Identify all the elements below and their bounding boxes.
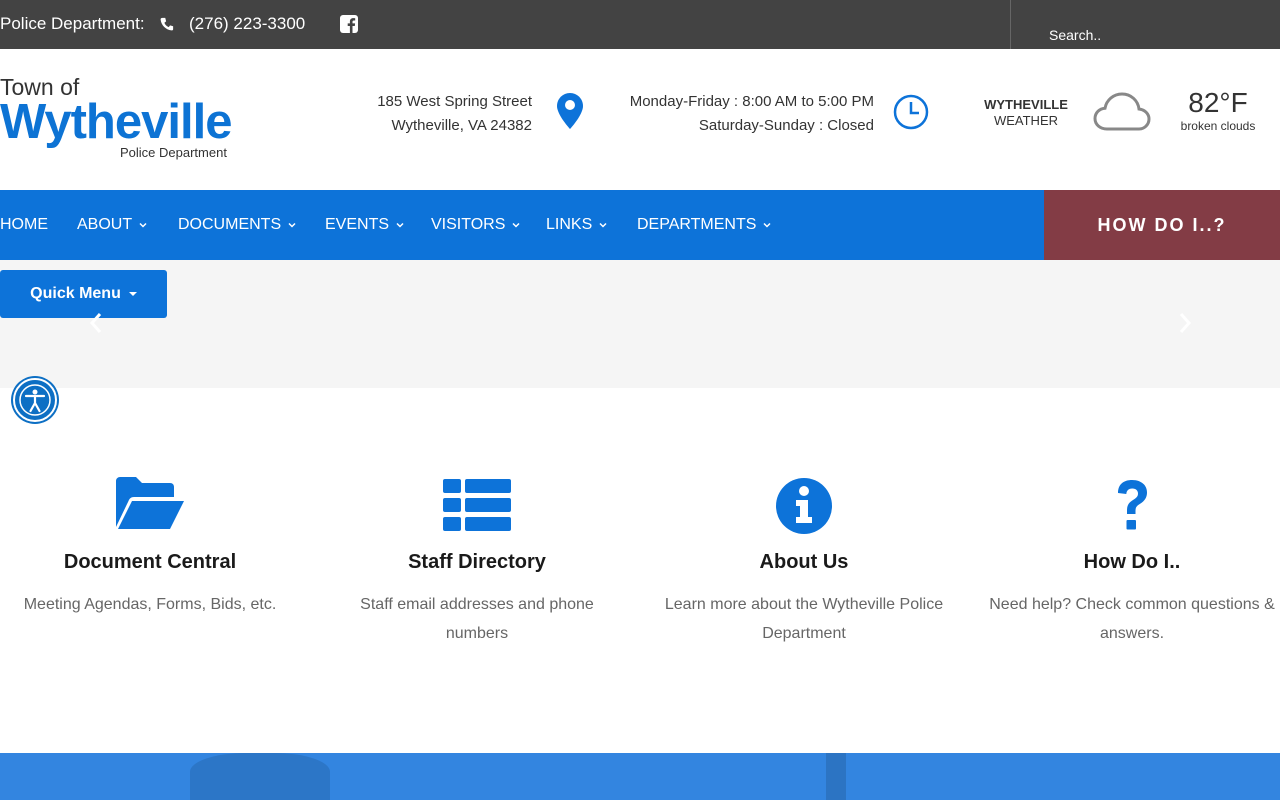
card-title: Document Central [63,551,237,573]
bottom-banner-image [0,753,1280,800]
weather-condition: broken clouds [1180,119,1256,133]
nav-events-label: EVENTS [325,216,390,233]
card-title: How Do I.. [1083,551,1181,573]
chevron-down-icon [599,222,607,228]
slider-prev-arrow-icon[interactable] [89,312,103,334]
info-circle-icon [776,478,832,534]
caret-down-icon [128,291,137,296]
dept-label: Police Department: [0,14,145,33]
card-desc: Meeting Agendas, Forms, Bids, etc. [23,596,277,613]
weather-temp: 82°F [1188,87,1248,118]
chevron-down-icon [512,222,520,228]
question-mark-icon [1118,480,1147,530]
weather-word: WEATHER [993,113,1059,128]
weather-label: WYTHEVILLE WEATHER [983,97,1069,129]
nav-visitors-label: VISITORS [431,216,506,233]
chevron-down-icon [139,222,147,228]
nav-departments[interactable]: DEPARTMENTS [637,190,772,260]
nav-home-label: HOME [0,216,48,233]
card-document-central[interactable]: Document Central Meeting Agendas, Forms,… [0,475,300,619]
how-do-i-button[interactable]: HOW DO I..? [1044,190,1280,260]
accessibility-icon [19,384,51,416]
hours-weekday: Monday-Friday : 8:00 AM to 5:00 PM [629,93,874,110]
address-block: 185 West Spring Street Wytheville, VA 24… [377,90,532,138]
nav-home[interactable]: HOME [0,190,48,260]
slider-next-arrow-icon[interactable] [1178,312,1192,334]
cloud-icon [1093,92,1151,131]
card-title: Staff Directory [408,551,546,573]
nav-departments-label: DEPARTMENTS [637,216,757,233]
phone-icon [160,17,174,31]
hero-slider [0,260,1280,388]
search-input[interactable] [1049,24,1269,46]
accessibility-button[interactable] [13,378,57,422]
nav-about-label: ABOUT [77,216,133,233]
card-how-do-i[interactable]: How Do I.. Need help? Check common quest… [982,475,1280,648]
card-desc: Need help? Check common questions & answ… [989,596,1275,642]
search-box [1010,0,1280,49]
chevron-down-icon [396,222,404,228]
card-title: About Us [759,551,849,573]
hours-weekend: Saturday-Sunday : Closed [698,117,874,134]
address-line2: Wytheville, VA 24382 [391,117,532,134]
folder-open-icon [116,477,184,529]
banner-pole-shape [826,753,846,800]
map-pin-icon [557,93,583,129]
clock-icon [893,94,929,130]
logo-name: Wytheville [0,95,232,149]
banner-tree-shape [190,753,330,800]
quick-menu-button[interactable]: Quick Menu [0,270,167,318]
list-icon [443,479,511,531]
nav-about[interactable]: ABOUT [77,190,148,260]
logo-subtitle: Police Department [120,145,227,160]
quick-menu-label: Quick Menu [30,285,121,302]
site-header: Town of Wytheville Police Department 185… [0,49,1280,190]
card-about-us[interactable]: About Us Learn more about the Wytheville… [654,475,954,648]
card-desc: Learn more about the Wytheville Police D… [664,596,944,642]
card-desc: Staff email addresses and phone numbers [360,596,594,642]
weather-temp-block: 82°F broken clouds [1180,87,1256,133]
nav-links-label: LINKS [546,216,593,233]
card-staff-directory[interactable]: Staff Directory Staff email addresses an… [327,475,627,648]
top-bar: Police Department: (276) 223-3300 [0,0,1280,49]
address-line1: 185 West Spring Street [377,93,532,110]
phone-link[interactable]: (276) 223-3300 [189,14,305,34]
nav-links[interactable]: LINKS [546,190,608,260]
nav-documents[interactable]: DOCUMENTS [178,190,297,260]
nav-documents-label: DOCUMENTS [178,216,282,233]
weather-city: WYTHEVILLE [984,97,1068,112]
hours-block: Monday-Friday : 8:00 AM to 5:00 PM Satur… [630,90,874,138]
nav-visitors[interactable]: VISITORS [431,190,521,260]
nav-events[interactable]: EVENTS [325,190,405,260]
chevron-down-icon [763,222,771,228]
facebook-icon[interactable] [340,15,358,33]
chevron-down-icon [288,222,296,228]
site-logo[interactable]: Town of Wytheville Police Department [0,74,245,164]
